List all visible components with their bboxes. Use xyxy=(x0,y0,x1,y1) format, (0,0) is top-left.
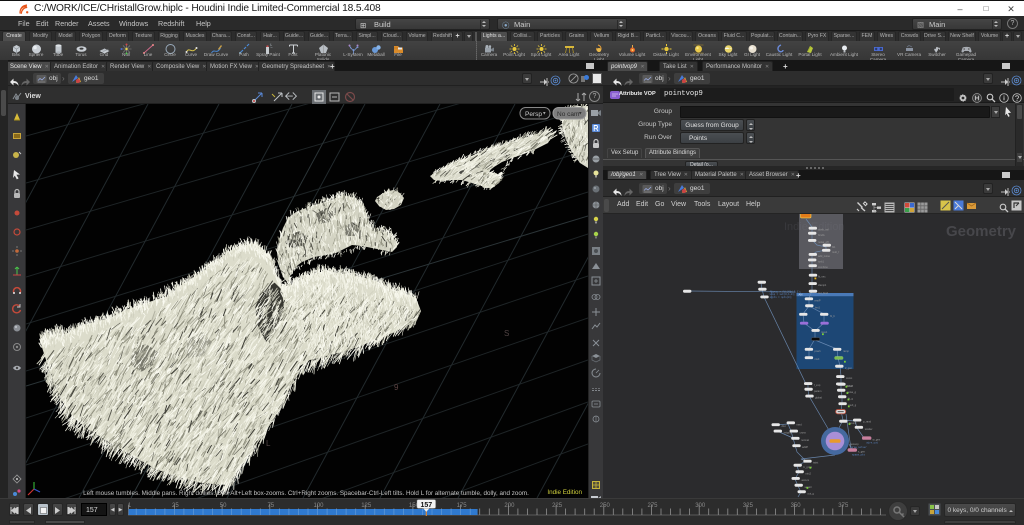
svg-text:L: L xyxy=(266,439,271,448)
svg-text:noise_off: noise_off xyxy=(818,240,829,244)
svg-text:noise_g: noise_g xyxy=(847,390,857,394)
svg-text:9: 9 xyxy=(394,383,399,392)
svg-text:if_gen: if_gen xyxy=(845,366,853,370)
svg-text:p_rand: p_rand xyxy=(863,420,872,424)
svg-text:300: 300 xyxy=(695,503,706,509)
svg-text:175: 175 xyxy=(457,503,468,509)
svg-text:mult_f: mult_f xyxy=(832,250,839,254)
svg-text:225: 225 xyxy=(552,503,563,509)
svg-text:combine: combine xyxy=(818,265,828,269)
svg-text:bindA: bindA xyxy=(818,233,825,237)
svg-text:dist: dist xyxy=(782,424,786,428)
svg-text:Indie Edition: Indie Edition xyxy=(547,489,582,496)
svg-text:addP: addP xyxy=(802,445,808,449)
svg-text:clamp1: clamp1 xyxy=(818,283,827,287)
svg-text:Persp: Persp xyxy=(525,111,542,118)
svg-text:fit1: fit1 xyxy=(832,245,836,249)
svg-text:ramp: ramp xyxy=(843,349,849,353)
svg-text:scatter: scatter xyxy=(865,427,873,431)
svg-text:out_bind: out_bind xyxy=(818,291,829,295)
svg-text:const: const xyxy=(846,376,852,380)
svg-text:turb1: turb1 xyxy=(818,260,824,264)
svg-text:200: 200 xyxy=(504,503,515,509)
svg-text:global: global xyxy=(815,396,822,400)
svg-text:1: 1 xyxy=(128,503,132,509)
svg-text:125: 125 xyxy=(361,503,372,509)
svg-text:i@pts = npts(0);: i@pts = npts(0); xyxy=(770,296,793,299)
svg-text:len1: len1 xyxy=(815,305,820,309)
svg-text:twist: twist xyxy=(813,461,818,465)
svg-text:25: 25 xyxy=(172,503,179,509)
svg-text:param: param xyxy=(814,389,821,393)
svg-text:75: 75 xyxy=(267,503,274,509)
svg-text:normal: normal xyxy=(801,438,809,442)
svg-text:grow_solver: grow_solver xyxy=(851,446,867,449)
svg-text:rand: rand xyxy=(797,422,803,426)
svg-text:275: 275 xyxy=(647,503,658,509)
svg-text:spawn_pts: spawn_pts xyxy=(852,454,865,457)
svg-text:snippet: snippet xyxy=(784,431,793,435)
svg-text:wire_out: wire_out xyxy=(867,442,879,445)
svg-text:mult: mult xyxy=(815,357,820,361)
svg-text:fit_vec: fit_vec xyxy=(818,275,826,279)
svg-text:250: 250 xyxy=(600,503,611,509)
svg-text:50: 50 xyxy=(220,503,227,509)
svg-text:100: 100 xyxy=(313,503,324,509)
svg-text:325: 325 xyxy=(743,503,754,509)
svg-text:S: S xyxy=(504,329,509,338)
svg-text:out_g: out_g xyxy=(808,491,815,495)
svg-text:f_exp: f_exp xyxy=(814,383,821,387)
svg-text:restP: restP xyxy=(815,298,821,302)
svg-text:fit_b: fit_b xyxy=(830,314,835,318)
svg-text:add_noise: add_noise xyxy=(818,254,831,258)
svg-text:attrib_val: attrib_val xyxy=(818,228,829,232)
svg-text:Left mouse tumbles. Middle pan: Left mouse tumbles. Middle pans. Right d… xyxy=(83,490,529,497)
svg-text:157: 157 xyxy=(420,502,432,509)
svg-text:375: 375 xyxy=(838,503,849,509)
svg-text:Geometry: Geometry xyxy=(946,223,1017,240)
svg-text:No cam: No cam xyxy=(557,111,579,118)
svg-text:mix2: mix2 xyxy=(806,471,812,475)
svg-text:cross: cross xyxy=(800,431,807,435)
svg-text:pow1: pow1 xyxy=(815,349,822,353)
svg-text:350: 350 xyxy=(791,503,802,509)
svg-text:accum: accum xyxy=(802,479,810,482)
